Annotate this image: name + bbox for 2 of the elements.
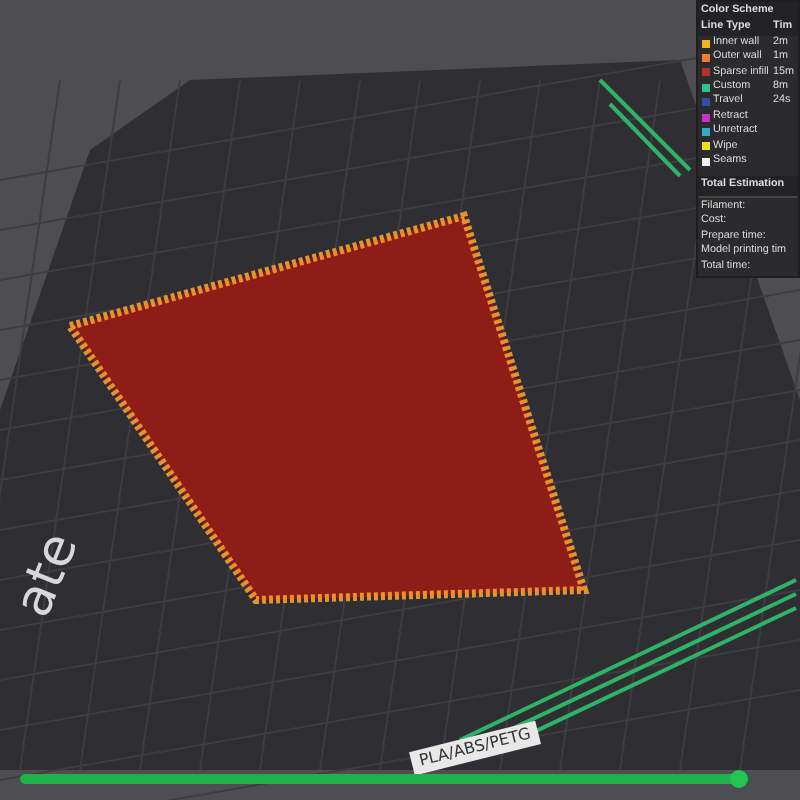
- slider-handle[interactable]: [729, 770, 748, 788]
- plate-name: ate: [1, 522, 93, 630]
